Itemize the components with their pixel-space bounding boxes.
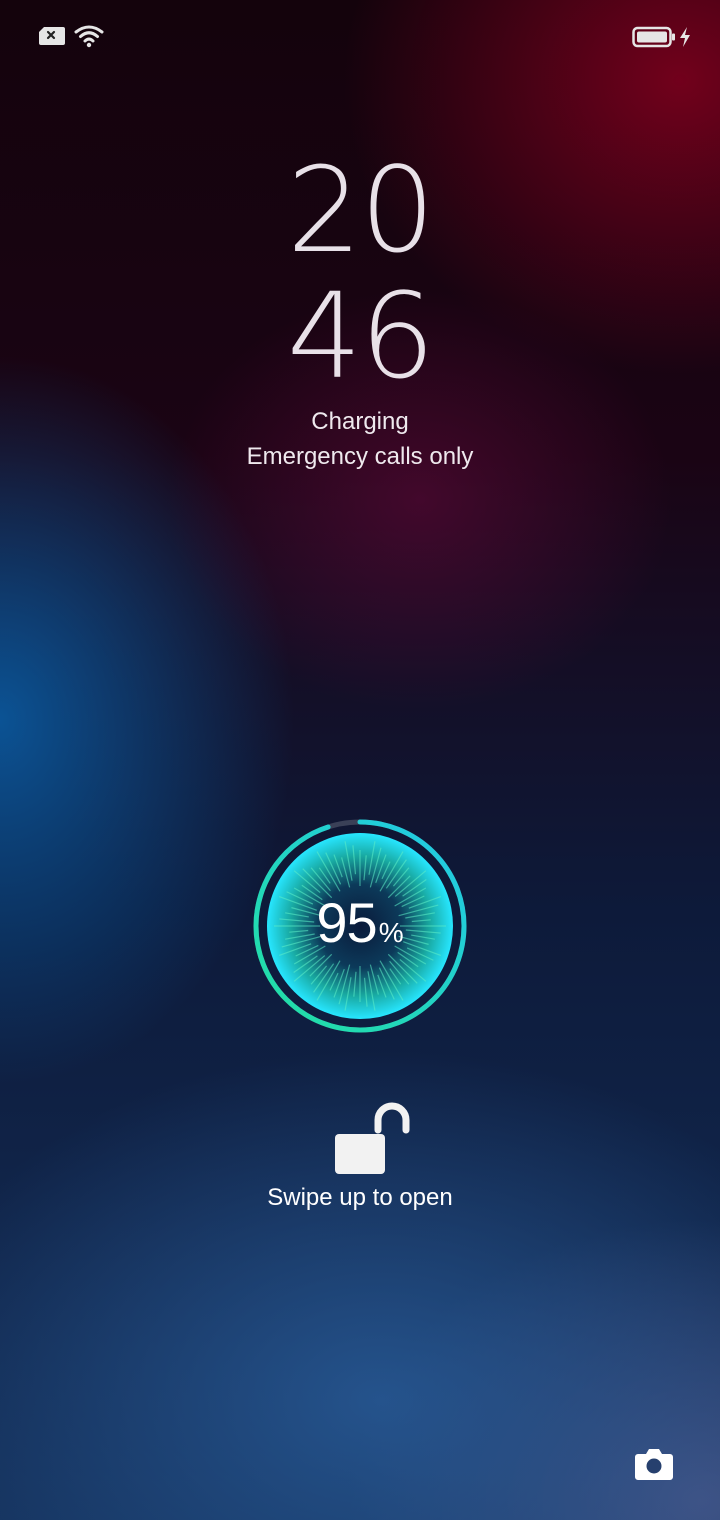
camera-icon[interactable] (634, 1446, 674, 1482)
wifi-icon (74, 25, 104, 48)
sim-card-icon (39, 27, 65, 45)
status-bar (0, 0, 720, 70)
charging-status: Charging (311, 408, 409, 435)
network-status: Emergency calls only (246, 443, 474, 470)
charging-bolt-icon (680, 27, 690, 47)
unlocked-padlock-icon[interactable] (332, 1100, 412, 1178)
battery-percent-sign: % (378, 917, 404, 948)
clock-hours: 20 (286, 141, 435, 279)
battery-percent-value: 95 (316, 891, 377, 954)
swipe-up-hint: Swipe up to open (267, 1184, 453, 1211)
battery-percent: 95% (250, 893, 470, 953)
battery-icon (632, 26, 675, 48)
clock-minutes: 46 (286, 267, 435, 405)
